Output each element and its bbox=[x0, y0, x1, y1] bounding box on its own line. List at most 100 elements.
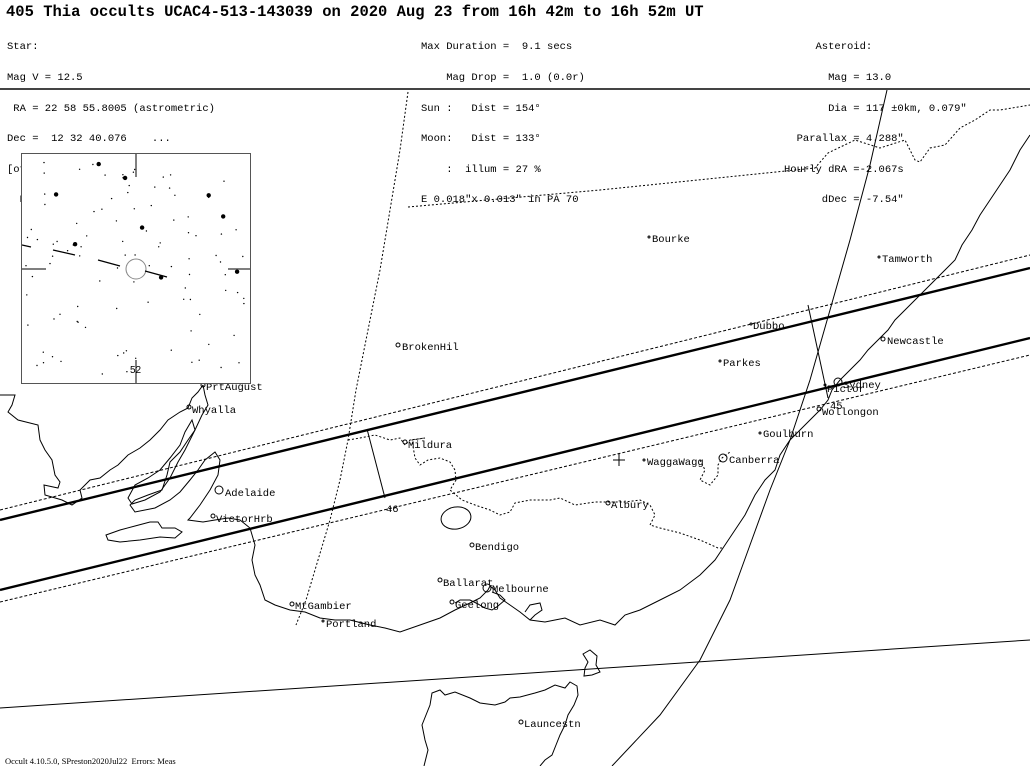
error-ellipse: E 0.018"x 0.013" in PA 70 bbox=[421, 194, 579, 207]
place-label-tamworth: Tamworth bbox=[882, 254, 932, 266]
finder-chart-svg: 52 bbox=[21, 154, 250, 383]
place-label-victorharbor: VictorHrb bbox=[216, 514, 273, 526]
event-crosshair bbox=[613, 454, 625, 466]
star-mag-v: Mag V = 12.5 bbox=[7, 72, 83, 84]
finder-crosshair-ticks bbox=[22, 154, 250, 383]
field-star bbox=[133, 281, 135, 283]
field-star bbox=[36, 238, 39, 241]
field-star bbox=[145, 230, 148, 232]
place-label-newcastle: Newcastle bbox=[887, 336, 944, 348]
place-label-mtgambier: MtGambier bbox=[295, 601, 352, 613]
asteroid-parallax: Parallax = 4.288" bbox=[784, 133, 904, 146]
place-label-bendigo: Bendigo bbox=[475, 542, 519, 554]
field-star bbox=[78, 168, 81, 170]
field-star bbox=[233, 334, 235, 337]
field-star bbox=[99, 280, 101, 282]
field-star bbox=[110, 197, 113, 200]
field-star bbox=[125, 350, 128, 352]
place-label-waggawagga: WaggaWagg bbox=[647, 457, 704, 469]
place-label-geelong: Geelong bbox=[455, 600, 499, 612]
field-star bbox=[117, 354, 119, 357]
kangaroo-island bbox=[105, 521, 183, 543]
field-star bbox=[208, 343, 210, 346]
field-star bbox=[170, 265, 173, 268]
south-1sigma-limit bbox=[0, 354, 1030, 603]
field-star bbox=[124, 254, 126, 256]
field-star bbox=[221, 214, 226, 219]
field-star bbox=[122, 240, 124, 243]
asteroid-mag: Mag = 13.0 bbox=[784, 72, 892, 84]
asteroid-heading: Asteroid: bbox=[784, 41, 873, 54]
software-credit: Occult 4.10.5.0, SPreston2020Jul22 Error… bbox=[5, 756, 176, 766]
field-star bbox=[51, 255, 54, 257]
field-star bbox=[53, 318, 55, 320]
field-star bbox=[158, 246, 160, 248]
asteroid-ddec: dDec = -7.54" bbox=[784, 194, 904, 207]
time-tick-46-label: 46 bbox=[386, 504, 399, 516]
field-star bbox=[139, 225, 145, 230]
place-label-albury: Albury bbox=[611, 500, 649, 512]
field-star bbox=[188, 258, 190, 260]
field-star bbox=[242, 255, 244, 258]
field-star bbox=[154, 186, 156, 188]
field-star bbox=[42, 351, 44, 353]
field-star bbox=[51, 356, 54, 358]
field-star bbox=[25, 265, 27, 267]
field-star bbox=[42, 362, 45, 364]
field-star bbox=[220, 233, 223, 235]
field-star bbox=[26, 236, 29, 239]
field-star bbox=[93, 210, 95, 213]
place-label-portland: Portland bbox=[326, 619, 376, 631]
place-label-goulburn: Goulburn bbox=[763, 429, 813, 441]
field-star bbox=[116, 267, 119, 269]
field-star bbox=[126, 371, 128, 373]
star-heading: Star: bbox=[7, 41, 39, 54]
field-star bbox=[30, 228, 32, 231]
place-label-adelaide: Adelaide bbox=[225, 488, 275, 500]
field-star bbox=[31, 275, 34, 278]
field-star bbox=[236, 291, 239, 294]
place-label-mildura: Mildura bbox=[408, 440, 452, 452]
field-star bbox=[60, 360, 62, 363]
field-star bbox=[80, 246, 82, 248]
flinders-island bbox=[582, 649, 601, 677]
field-star bbox=[184, 287, 186, 289]
field-star bbox=[26, 294, 28, 296]
page-title: 405 Thia occults UCAC4-513-143039 on 202… bbox=[6, 3, 704, 21]
field-star bbox=[86, 235, 88, 237]
field-star bbox=[127, 191, 129, 194]
field-stars bbox=[25, 161, 245, 375]
place-labels: Bourke Tamworth Dubbo Newcastle BrokenHi… bbox=[192, 234, 944, 731]
field-star bbox=[132, 171, 135, 173]
place-label-ballarat: Ballarat bbox=[443, 578, 493, 590]
field-star bbox=[96, 161, 101, 167]
field-star bbox=[122, 174, 124, 176]
field-star bbox=[234, 269, 240, 274]
field-star bbox=[101, 208, 103, 210]
error-ellipse-marker bbox=[440, 506, 472, 530]
place-label-dubbo: Dubbo bbox=[753, 321, 785, 333]
place-label-bourke: Bourke bbox=[652, 234, 690, 246]
field-star bbox=[173, 219, 175, 221]
field-star bbox=[76, 222, 78, 225]
field-star bbox=[101, 373, 104, 375]
field-star bbox=[148, 265, 150, 267]
sun-distance: Sun : Dist = 154° bbox=[421, 102, 541, 115]
field-star bbox=[72, 242, 78, 247]
place-label-picton: Pictor bbox=[827, 384, 865, 396]
field-star bbox=[92, 163, 94, 166]
field-star bbox=[104, 174, 106, 176]
field-star bbox=[59, 313, 61, 315]
field-star bbox=[56, 240, 58, 243]
field-star bbox=[44, 203, 46, 206]
target-star-circle bbox=[125, 258, 147, 280]
field-star bbox=[43, 172, 45, 174]
field-star bbox=[84, 326, 87, 329]
field-star bbox=[159, 242, 161, 244]
field-star bbox=[122, 177, 124, 179]
field-star bbox=[27, 324, 29, 326]
field-star bbox=[43, 161, 45, 164]
field-star bbox=[162, 176, 164, 178]
field-star bbox=[147, 301, 149, 303]
field-star bbox=[215, 254, 217, 257]
